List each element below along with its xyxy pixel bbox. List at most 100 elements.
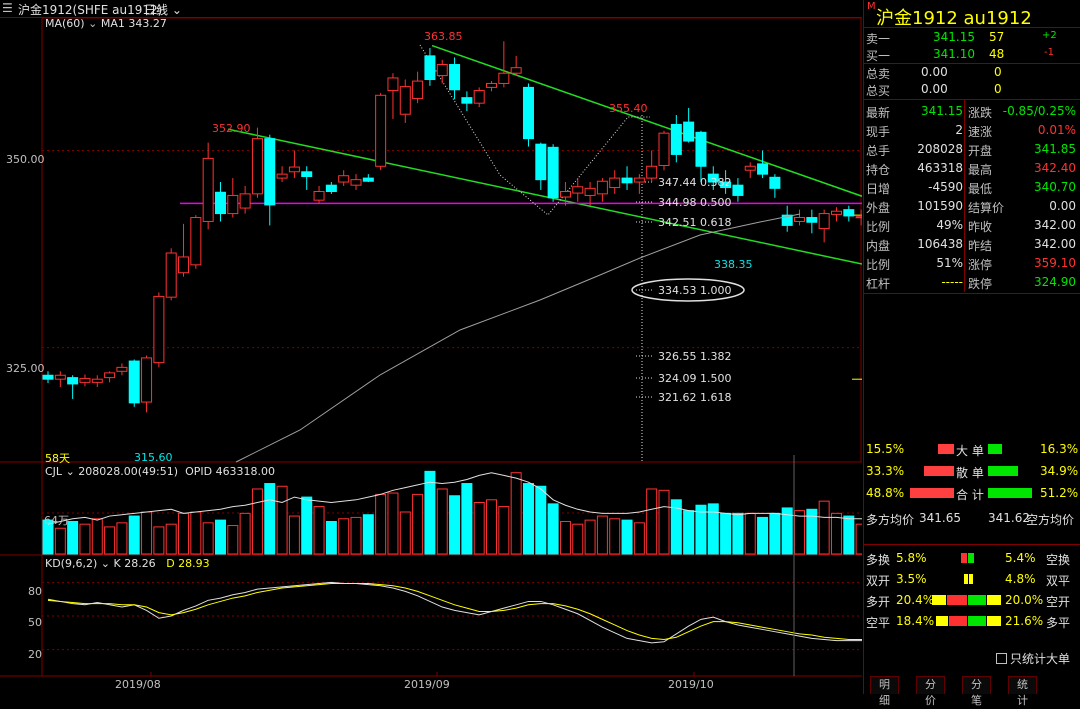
big-order-filter[interactable]: 只统计大单 (996, 650, 1070, 667)
position-bar (936, 616, 948, 626)
candle-up (498, 72, 510, 84)
candle-up (165, 252, 177, 298)
stat-row: 持仓 463318 最高 342.40 (864, 159, 1080, 178)
volume-bar (794, 510, 806, 555)
volume-bar (165, 523, 177, 555)
kd-axis-label: 20 (28, 648, 42, 661)
flow-sell-bar (988, 444, 1002, 454)
volume-bar (461, 483, 473, 555)
buy1-price: 341.10 (933, 47, 975, 61)
volume-bar (769, 512, 781, 555)
stat-label: 昨结 (968, 239, 993, 253)
volume-bar (178, 512, 190, 555)
kd-title: KD(9,6,2) (45, 557, 98, 570)
sell1-price: 341.15 (933, 30, 975, 44)
volume-bar (79, 523, 91, 555)
ma-setting: MA(60) (45, 17, 85, 30)
candlestick-chart[interactable] (0, 0, 862, 694)
volume-bar (658, 489, 670, 555)
volume-bar (399, 511, 411, 555)
candle-up (794, 217, 806, 222)
flow-sell-pct: 51.2% (1040, 486, 1079, 500)
candle-up (818, 213, 830, 230)
tab-tick[interactable]: 分笔 (962, 676, 991, 707)
ma-indicator-label[interactable]: MA(60) ⌄ MA1 343.27 (45, 17, 167, 30)
volume-bar (350, 516, 362, 555)
stats-table: 最新 341.15 涨跌 -0.85/0.25% 现手 2 速涨 0.01% 总手 208028 开… (864, 100, 1080, 292)
sell1-change: +2 (1042, 30, 1057, 41)
volume-indicator-label[interactable]: CJL ⌄ 208028.00(49:51) OPID 463318.00 (45, 465, 275, 478)
volume-bar (190, 511, 202, 555)
stat-label: 持仓 (866, 163, 891, 177)
candle-up (338, 175, 350, 183)
volume-bar (436, 488, 448, 555)
candle-up (559, 190, 571, 198)
candle-up (609, 177, 621, 189)
volume-bar (153, 526, 165, 555)
stat-value: 49% (936, 218, 963, 232)
total-buy-label: 总买 (866, 84, 891, 98)
fib-level: 347.44 0.382 (658, 176, 732, 189)
volume-bar (535, 485, 547, 555)
opid-value: OPID 463318.00 (185, 465, 276, 478)
stat-value: ----- (941, 275, 963, 289)
stat-value: 101590 (917, 199, 963, 213)
stat-value: 340.70 (1034, 180, 1076, 194)
volume-bar (313, 506, 325, 555)
volume-bar (633, 522, 645, 555)
low-annotation: 315.60 (134, 451, 173, 464)
candle-down (67, 377, 79, 385)
volume-bar (412, 493, 424, 555)
stat-value: 208028 (917, 142, 963, 156)
high-annotation: 355.40 (609, 102, 648, 115)
candle-up (202, 157, 214, 222)
volume-title: CJL (45, 465, 63, 478)
long-avg-label: 多方均价 (866, 513, 915, 527)
stat-label: 比例 (866, 258, 891, 272)
position-bar (961, 553, 967, 563)
position-label: 空换 (1046, 553, 1071, 567)
candle-down (621, 177, 633, 184)
stat-value: 359.10 (1034, 256, 1076, 270)
candle-up (744, 165, 756, 171)
candle-down (362, 177, 374, 182)
checkbox-icon[interactable] (996, 653, 1007, 664)
candle-up (399, 86, 411, 115)
tab-price-dist[interactable]: 分价 (916, 676, 945, 707)
tab-detail[interactable]: 明细 (870, 676, 899, 707)
position-right-pct: 5.4% (1005, 551, 1036, 565)
panel-badge: M (867, 1, 876, 12)
stat-label: 总手 (866, 144, 891, 158)
quote-panel: M 沪金1912 au1912 卖一 341.15 57 +2 买一 341.1… (863, 0, 1080, 694)
total-buy-row: 总买 0.00 0 (864, 80, 1080, 99)
fib-level: 324.09 1.500 (658, 372, 732, 385)
stat-row: 杠杆 ----- 跌停 324.90 (864, 273, 1080, 292)
tab-stats[interactable]: 统计 (1008, 676, 1037, 707)
candle-up (227, 194, 239, 215)
candle-down (449, 64, 461, 91)
volume-bar (449, 495, 461, 555)
candle-down (522, 86, 534, 140)
stat-value: 2 (955, 123, 963, 137)
volume-value: 208028.00(49:51) (78, 465, 179, 478)
stat-label: 涨跌 (968, 106, 993, 120)
total-sell-amount: 0.00 (921, 65, 948, 79)
candle-up (646, 165, 658, 179)
flow-sell-pct: 34.9% (1040, 464, 1079, 478)
position-row: 多开 20.4% 20.0% 空开 (864, 591, 1080, 610)
candle-down (547, 146, 559, 199)
flow-row: 15.5% 大 单 16.3% (864, 440, 1080, 459)
stat-label: 日增 (866, 182, 891, 196)
stat-label: 最新 (866, 106, 891, 120)
candle-down (757, 163, 769, 175)
candle-up (375, 94, 387, 167)
volume-bar (547, 503, 559, 555)
stat-row: 日增 -4590 最低 340.70 (864, 178, 1080, 197)
candle-down (301, 171, 313, 178)
candle-up (473, 90, 485, 104)
stat-value: -4590 (928, 180, 963, 194)
kd-indicator-label[interactable]: KD(9,6,2) ⌄ K 28.26 D 28.93 (45, 557, 210, 570)
stat-label: 杠杆 (866, 277, 891, 291)
candle-up (276, 173, 288, 179)
stat-row: 外盘 101590 结算价 0.00 (864, 197, 1080, 216)
